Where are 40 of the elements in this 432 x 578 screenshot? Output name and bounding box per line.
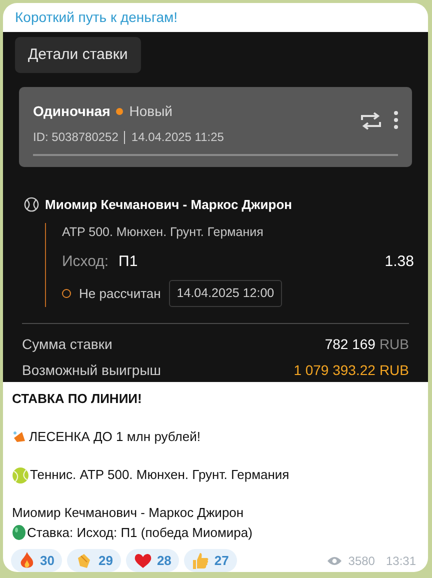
more-icon[interactable]: [394, 111, 398, 130]
message-line: Ставка: Исход: П1 (победа Миомира): [27, 524, 252, 542]
reaction-chip[interactable]: 30: [11, 549, 62, 572]
currency: RUB: [379, 360, 409, 380]
currency: RUB: [379, 334, 409, 354]
event-name: Миомир Кечманович - Маркос Джирон: [45, 196, 292, 214]
reaction-chip[interactable]: 28: [126, 549, 180, 572]
total-amount: 782 169: [324, 334, 376, 354]
fire-icon: [19, 552, 35, 570]
reaction-chip[interactable]: 29: [67, 549, 121, 572]
total-label: Сумма ставки: [22, 334, 114, 354]
message-line: Теннис. ATP 500. Мюнхен. Грунт. Германия: [30, 466, 290, 484]
tennis-ball-icon: [24, 197, 39, 212]
thumbs-up-icon: [192, 552, 210, 570]
view-count: 3580: [348, 552, 375, 570]
eye-icon: [327, 556, 342, 566]
bet-date: 14.04.2025 11:25: [131, 129, 224, 146]
total-amount: 1 079 393.22: [294, 360, 376, 380]
event-date: 14.04.2025 12:00: [168, 280, 282, 307]
heart-icon: [134, 552, 152, 568]
reaction-chip[interactable]: 27: [184, 549, 237, 572]
repeat-icon[interactable]: [360, 111, 382, 132]
channel-name[interactable]: Короткий путь к деньгам!: [15, 7, 178, 28]
total-label: Возможный выигрыш: [22, 360, 162, 380]
bet-id: ID: 5038780252: [33, 129, 118, 146]
bet-type: Одиночная: [33, 102, 110, 122]
message-line: Миомир Кечманович - Маркос Джирон: [12, 504, 244, 522]
outcome-value: П1: [118, 252, 139, 272]
message-time: 13:31: [386, 552, 416, 570]
message-heading: СТАВКА ПО ЛИНИИ!: [12, 390, 143, 408]
tournament-name: ATP 500. Мюнхен. Грунт. Германия: [62, 224, 264, 241]
bet-status: Новый: [129, 102, 172, 122]
balloon-icon: [12, 524, 26, 542]
result-status: Не рассчитан: [79, 284, 161, 303]
odds-value: 1.38: [384, 252, 414, 272]
details-button[interactable]: Детали ставки: [15, 37, 141, 74]
outcome-label: Исход:: [62, 252, 109, 272]
message-line: ЛЕСЕНКА ДО 1 млн рублей!: [29, 428, 200, 446]
tennis-ball-icon: [12, 466, 29, 484]
pending-icon: [62, 288, 71, 298]
